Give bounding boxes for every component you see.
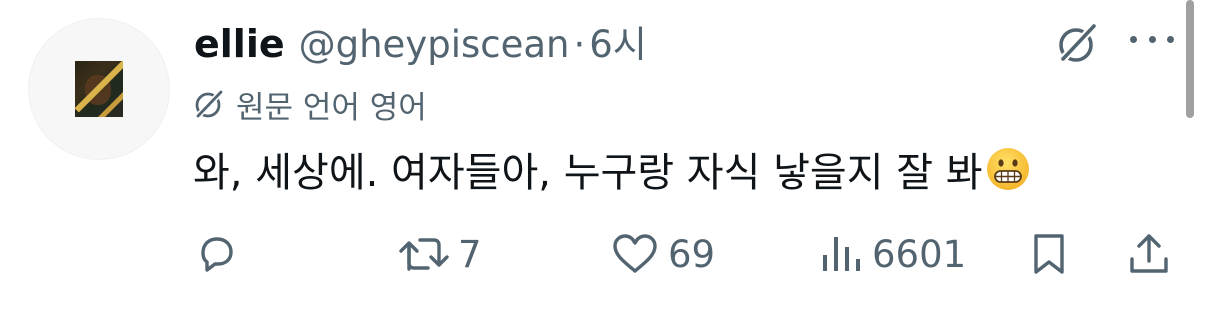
grok-icon	[194, 89, 224, 120]
tweet-header: ellie @gheypiscean · 6시	[194, 14, 647, 70]
like-button[interactable]: 69	[610, 226, 715, 282]
share-icon	[1130, 234, 1168, 273]
tweet-text: 와, 세상에. 여자들아, 누구랑 자식 낳을지 잘 봐	[193, 150, 983, 196]
separator-dot: ·	[573, 23, 586, 66]
heart-icon	[613, 234, 657, 273]
timestamp[interactable]: 6시	[589, 14, 647, 68]
views-button[interactable]: 6601	[820, 226, 966, 282]
view-count: 6601	[872, 232, 967, 276]
grimacing-face-emoji	[985, 146, 1031, 192]
bookmark-button[interactable]	[1026, 226, 1072, 282]
reply-icon	[201, 237, 233, 272]
translation-indicator[interactable]: 원문 언어 영어	[192, 82, 427, 126]
share-button[interactable]	[1126, 226, 1172, 282]
bookmark-icon	[1034, 234, 1064, 274]
retweet-icon	[399, 238, 449, 271]
retweet-button[interactable]: 7	[398, 226, 482, 282]
like-count: 69	[668, 232, 716, 276]
tweet-body: 와, 세상에. 여자들아, 누구랑 자식 낳을지 잘 봐	[193, 140, 1031, 198]
action-bar: 7 69 6601	[0, 226, 1206, 282]
user-handle[interactable]: @gheypiscean	[299, 23, 570, 66]
avatar-image	[75, 61, 123, 117]
grok-icon[interactable]	[1054, 20, 1100, 66]
scrollbar[interactable]	[1186, 0, 1194, 118]
views-icon	[823, 237, 860, 271]
avatar[interactable]	[28, 18, 170, 160]
more-icon[interactable]	[1130, 24, 1174, 54]
display-name[interactable]: ellie	[194, 22, 285, 66]
retweet-count: 7	[458, 232, 482, 276]
translation-label: 원문 언어 영어	[236, 89, 427, 126]
reply-button[interactable]	[194, 226, 248, 282]
